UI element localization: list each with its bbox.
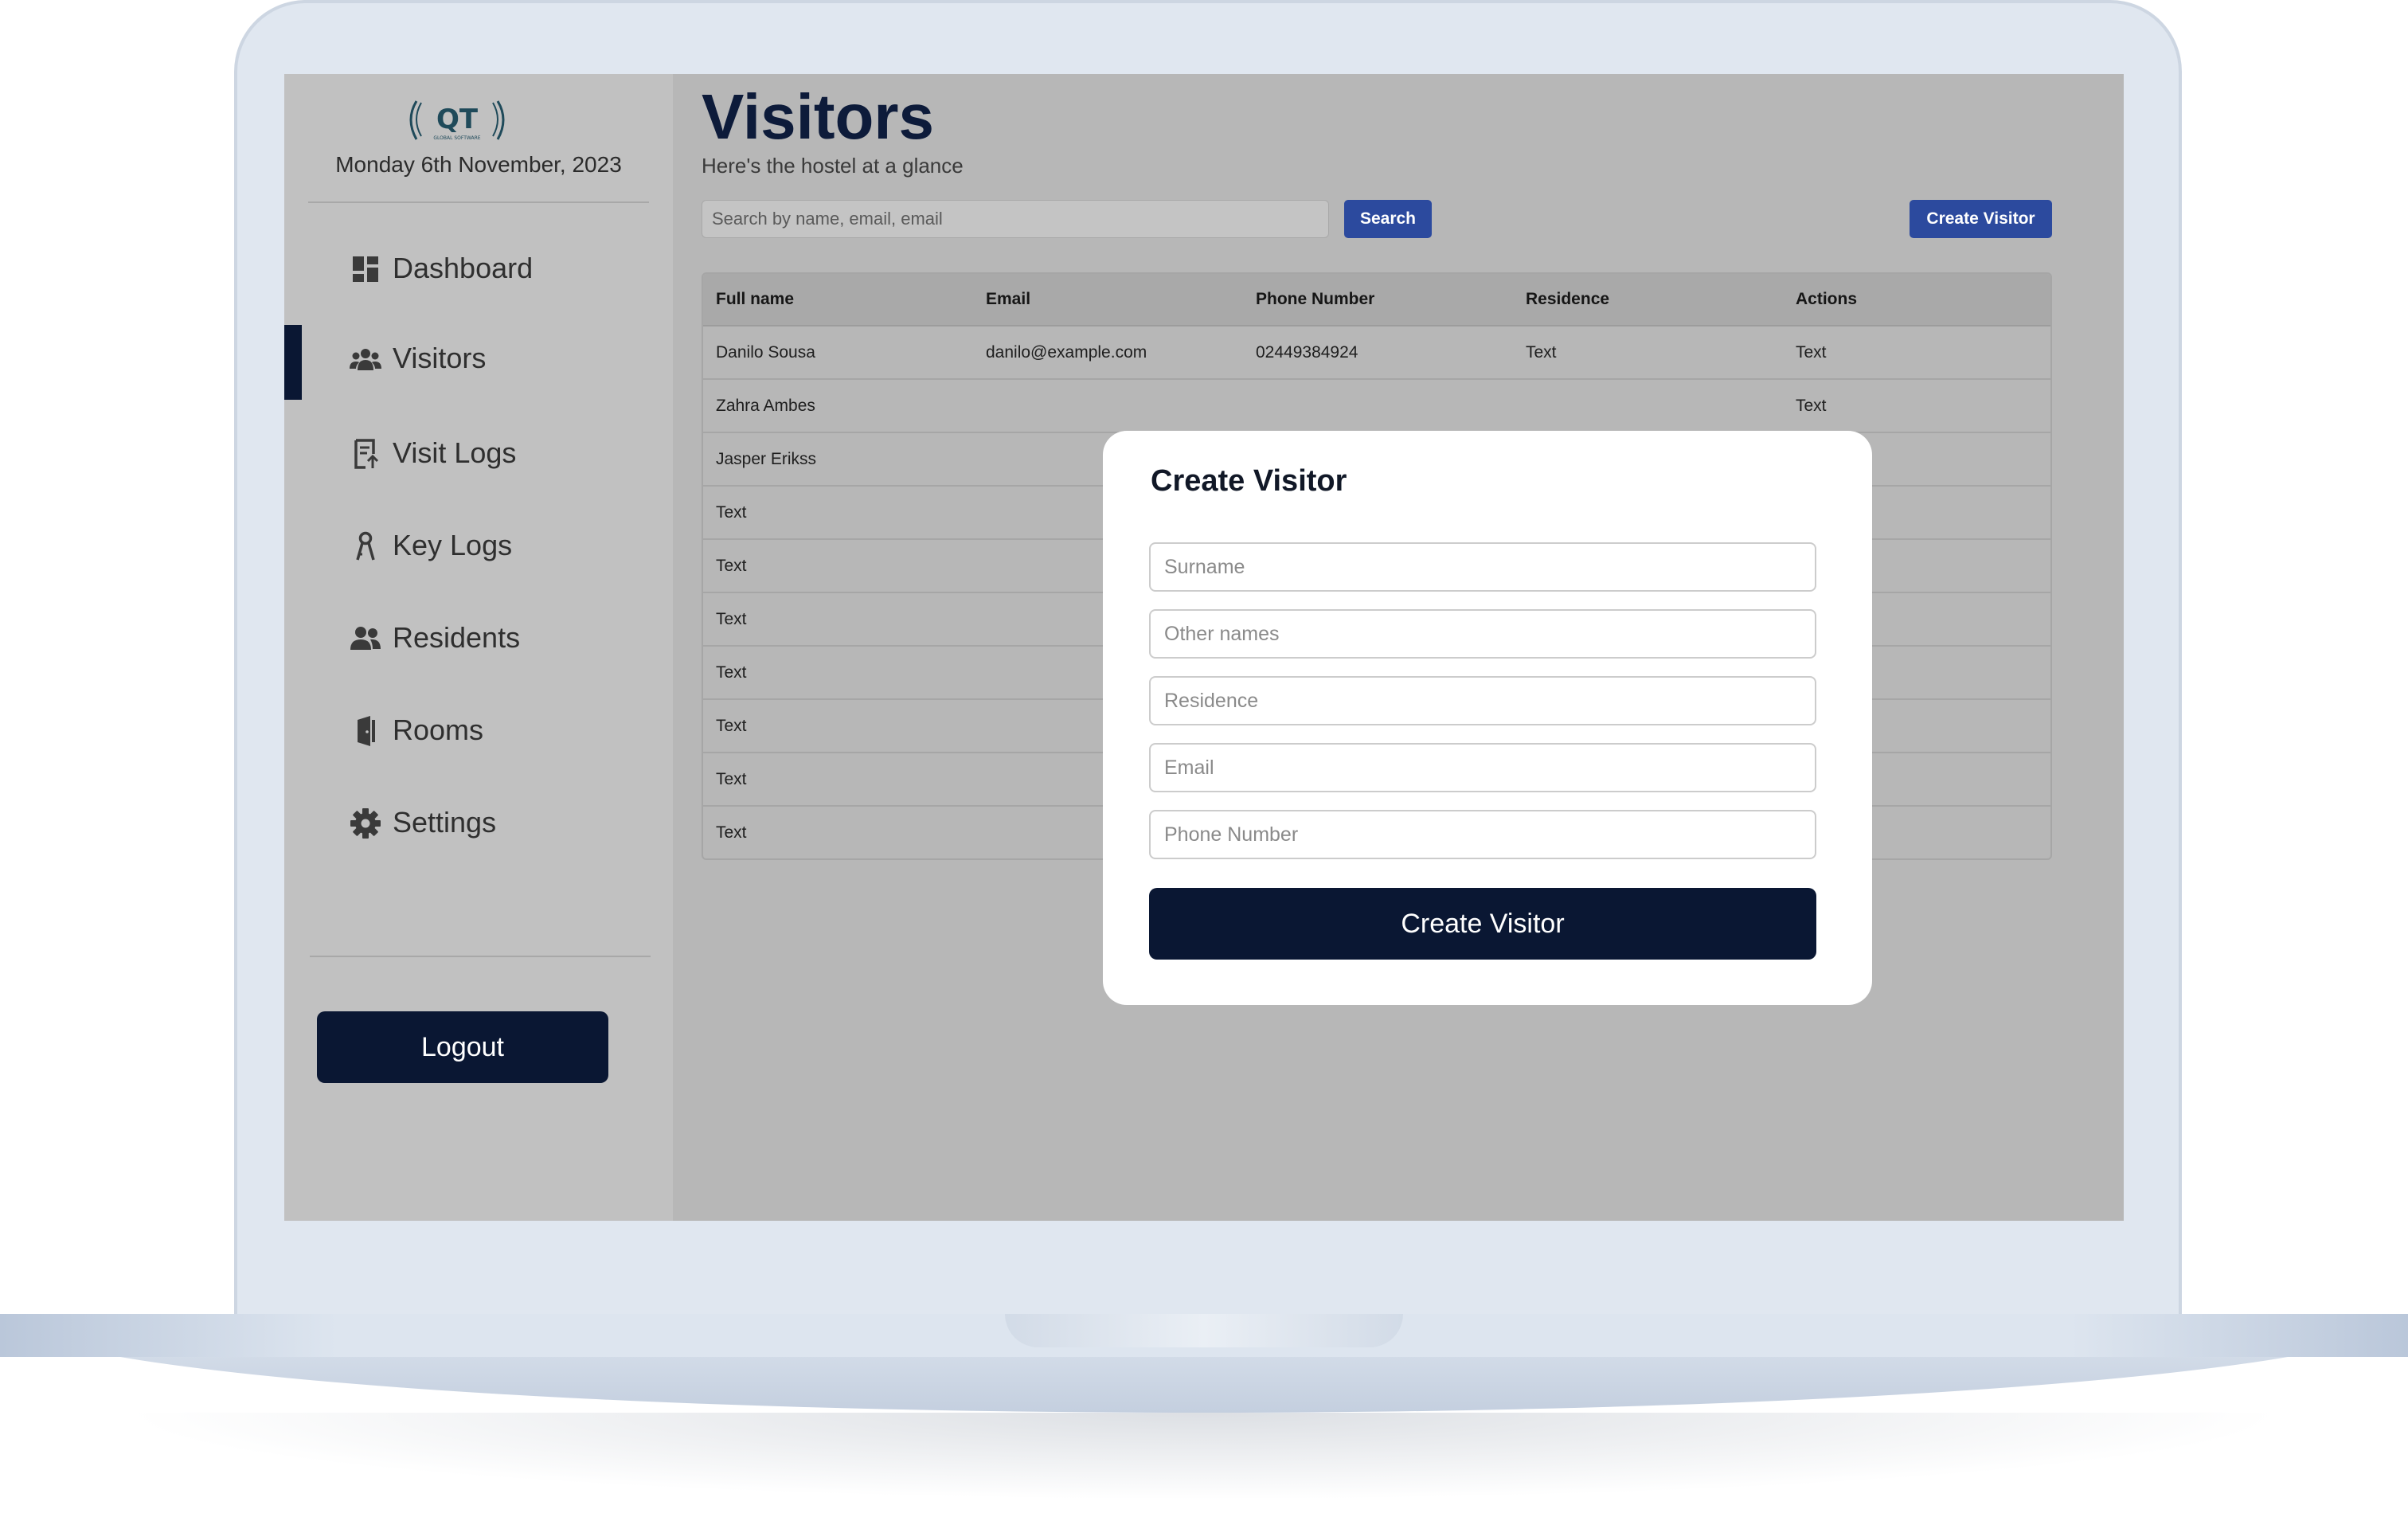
phone-number-field[interactable]: Phone Number: [1149, 810, 1816, 859]
cell-actions[interactable]: Text: [1796, 380, 1827, 432]
cell-full-name: Text: [716, 502, 747, 522]
table-header: Full name Email Phone Number Residence A…: [703, 274, 2050, 326]
nav-label-key-logs: Key Logs: [393, 529, 513, 561]
sidebar-divider-bottom: [310, 956, 651, 957]
cell-phone-number: 02449384924: [1256, 342, 1358, 362]
dashboard-icon: [353, 256, 378, 282]
search-button[interactable]: Search: [1344, 200, 1432, 238]
column-header-actions: Actions: [1796, 290, 1858, 308]
nav-label-residents: Residents: [393, 621, 521, 654]
door-icon: [358, 716, 375, 746]
logo-letters: QT: [436, 104, 479, 135]
column-header-residence: Residence: [1526, 290, 1610, 308]
nav-label-visit-logs: Visit Logs: [393, 436, 517, 469]
residents-icon: [350, 627, 381, 650]
logout-button[interactable]: Logout: [317, 1011, 608, 1083]
cell-full-name: Danilo Sousa: [716, 342, 815, 362]
surname-field[interactable]: Surname: [1149, 542, 1816, 592]
nav-item-visitors[interactable]: Visitors: [284, 327, 673, 391]
nav-label-dashboard: Dashboard: [393, 252, 534, 284]
nav-label-settings: Settings: [393, 806, 497, 839]
other-names-field[interactable]: Other names: [1149, 609, 1816, 659]
cell-residence: Text: [1526, 342, 1557, 362]
nav-item-key-logs[interactable]: Key Logs: [284, 514, 673, 578]
laptop-shadow: [119, 1413, 2289, 1500]
cell-full-name: Text: [716, 663, 747, 682]
column-header-phone: Phone Number: [1256, 290, 1375, 308]
nav-label-visitors: Visitors: [393, 342, 487, 374]
modal-title: Create Visitor: [1151, 464, 1347, 498]
cell-full-name: Text: [716, 716, 747, 735]
cell-full-name: Jasper Erikss: [716, 449, 817, 468]
create-visitor-button[interactable]: Create Visitor: [1910, 200, 2052, 238]
nav-item-visit-logs[interactable]: Visit Logs: [284, 422, 673, 486]
nav-label-rooms: Rooms: [393, 714, 484, 746]
company-logo: QT GLOBAL SOFTWARE: [409, 100, 505, 141]
cell-full-name: Zahra Ambes: [716, 396, 815, 415]
sidebar-divider: [308, 201, 649, 203]
current-date: Monday 6th November, 2023: [335, 152, 622, 177]
table-row[interactable]: Danilo Sousa danilo@example.com 0244938492…: [703, 326, 2050, 380]
page-title: Visitors: [702, 81, 934, 152]
create-visitor-modal: Create Visitor Surname Other names Resid…: [1103, 431, 1872, 1005]
key-icon: [356, 531, 375, 561]
cell-full-name: Text: [716, 556, 747, 575]
nav-item-settings[interactable]: Settings: [284, 792, 673, 855]
cell-full-name: Text: [716, 609, 747, 628]
search-input[interactable]: Search by name, email, email: [702, 200, 1329, 238]
email-field[interactable]: Email: [1149, 743, 1816, 792]
visitors-icon: [350, 349, 381, 370]
nav-item-rooms[interactable]: Rooms: [284, 699, 673, 763]
residence-field[interactable]: Residence: [1149, 676, 1816, 725]
app-screen: QT GLOBAL SOFTWARE Monday 6th November, …: [284, 74, 2124, 1221]
modal-create-visitor-button[interactable]: Create Visitor: [1149, 888, 1816, 960]
page-subtitle: Here's the hostel at a glance: [702, 154, 964, 178]
column-header-full-name: Full name: [716, 290, 795, 308]
logo-subtext: GLOBAL SOFTWARE: [433, 135, 480, 141]
cell-actions[interactable]: Text: [1796, 326, 1827, 378]
visit-logs-icon: [354, 439, 379, 469]
cell-full-name: Text: [716, 823, 747, 842]
cell-email: danilo@example.com: [986, 342, 1147, 362]
nav-item-residents[interactable]: Residents: [284, 607, 673, 671]
gear-icon: [350, 808, 381, 839]
cell-full-name: Text: [716, 769, 747, 788]
table-row[interactable]: Zahra Ambes Text: [703, 380, 2050, 433]
column-header-email: Email: [986, 290, 1031, 308]
sidebar: QT GLOBAL SOFTWARE Monday 6th November, …: [284, 74, 673, 1221]
laptop-notch: [1005, 1314, 1403, 1347]
nav-item-dashboard[interactable]: Dashboard: [284, 237, 673, 301]
